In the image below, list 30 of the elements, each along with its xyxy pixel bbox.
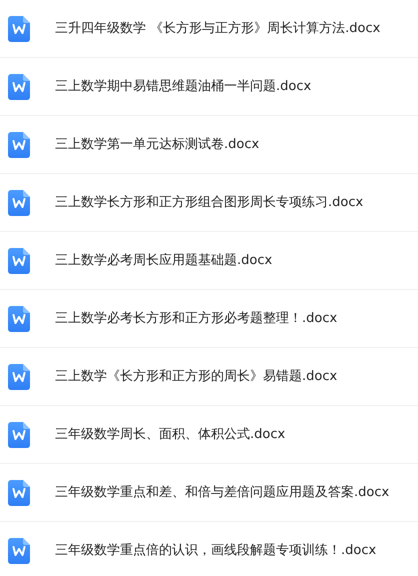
file-name: 三上数学必考长方形和正方形必考题整理！.docx: [55, 310, 338, 328]
word-document-icon: [8, 16, 30, 42]
file-name: 三上数学《长方形和正方形的周长》易错题.docx: [55, 368, 338, 386]
word-document-icon: [8, 132, 30, 158]
file-row[interactable]: 三上数学《长方形和正方形的周长》易错题.docx: [0, 348, 418, 406]
file-name: 三年级数学重点和差、和倍与差倍问题应用题及答案.docx: [55, 484, 390, 502]
word-document-icon: [8, 364, 30, 390]
file-name: 三上数学第一单元达标测试卷.docx: [55, 136, 260, 154]
word-document-icon: [8, 480, 30, 506]
file-row[interactable]: 三年级数学重点和差、和倍与差倍问题应用题及答案.docx: [0, 464, 418, 522]
word-document-icon: [8, 422, 30, 448]
word-document-icon: [8, 248, 30, 274]
file-row[interactable]: 三上数学长方形和正方形组合图形周长专项练习.docx: [0, 174, 418, 232]
word-document-icon: [8, 190, 30, 216]
file-row[interactable]: 三年级数学周长、面积、体积公式.docx: [0, 406, 418, 464]
file-name: 三升四年级数学 《长方形与正方形》周长计算方法.docx: [55, 20, 380, 38]
file-row[interactable]: 三上数学第一单元达标测试卷.docx: [0, 116, 418, 174]
file-name: 三年级数学重点倍的认识，画线段解题专项训练！.docx: [55, 542, 376, 560]
word-document-icon: [8, 538, 30, 564]
file-row[interactable]: 三上数学必考周长应用题基础题.docx: [0, 232, 418, 290]
word-document-icon: [8, 306, 30, 332]
file-row[interactable]: 三升四年级数学 《长方形与正方形》周长计算方法.docx: [0, 0, 418, 58]
file-name: 三上数学必考周长应用题基础题.docx: [55, 252, 272, 270]
word-document-icon: [8, 74, 30, 100]
file-row[interactable]: 三年级数学重点倍的认识，画线段解题专项训练！.docx: [0, 522, 418, 576]
file-row[interactable]: 三上数学期中易错思维题油桶一半问题.docx: [0, 58, 418, 116]
file-name: 三上数学长方形和正方形组合图形周长专项练习.docx: [55, 194, 364, 212]
file-name: 三年级数学周长、面积、体积公式.docx: [55, 426, 286, 444]
file-name: 三上数学期中易错思维题油桶一半问题.docx: [55, 78, 312, 96]
file-row[interactable]: 三上数学必考长方形和正方形必考题整理！.docx: [0, 290, 418, 348]
